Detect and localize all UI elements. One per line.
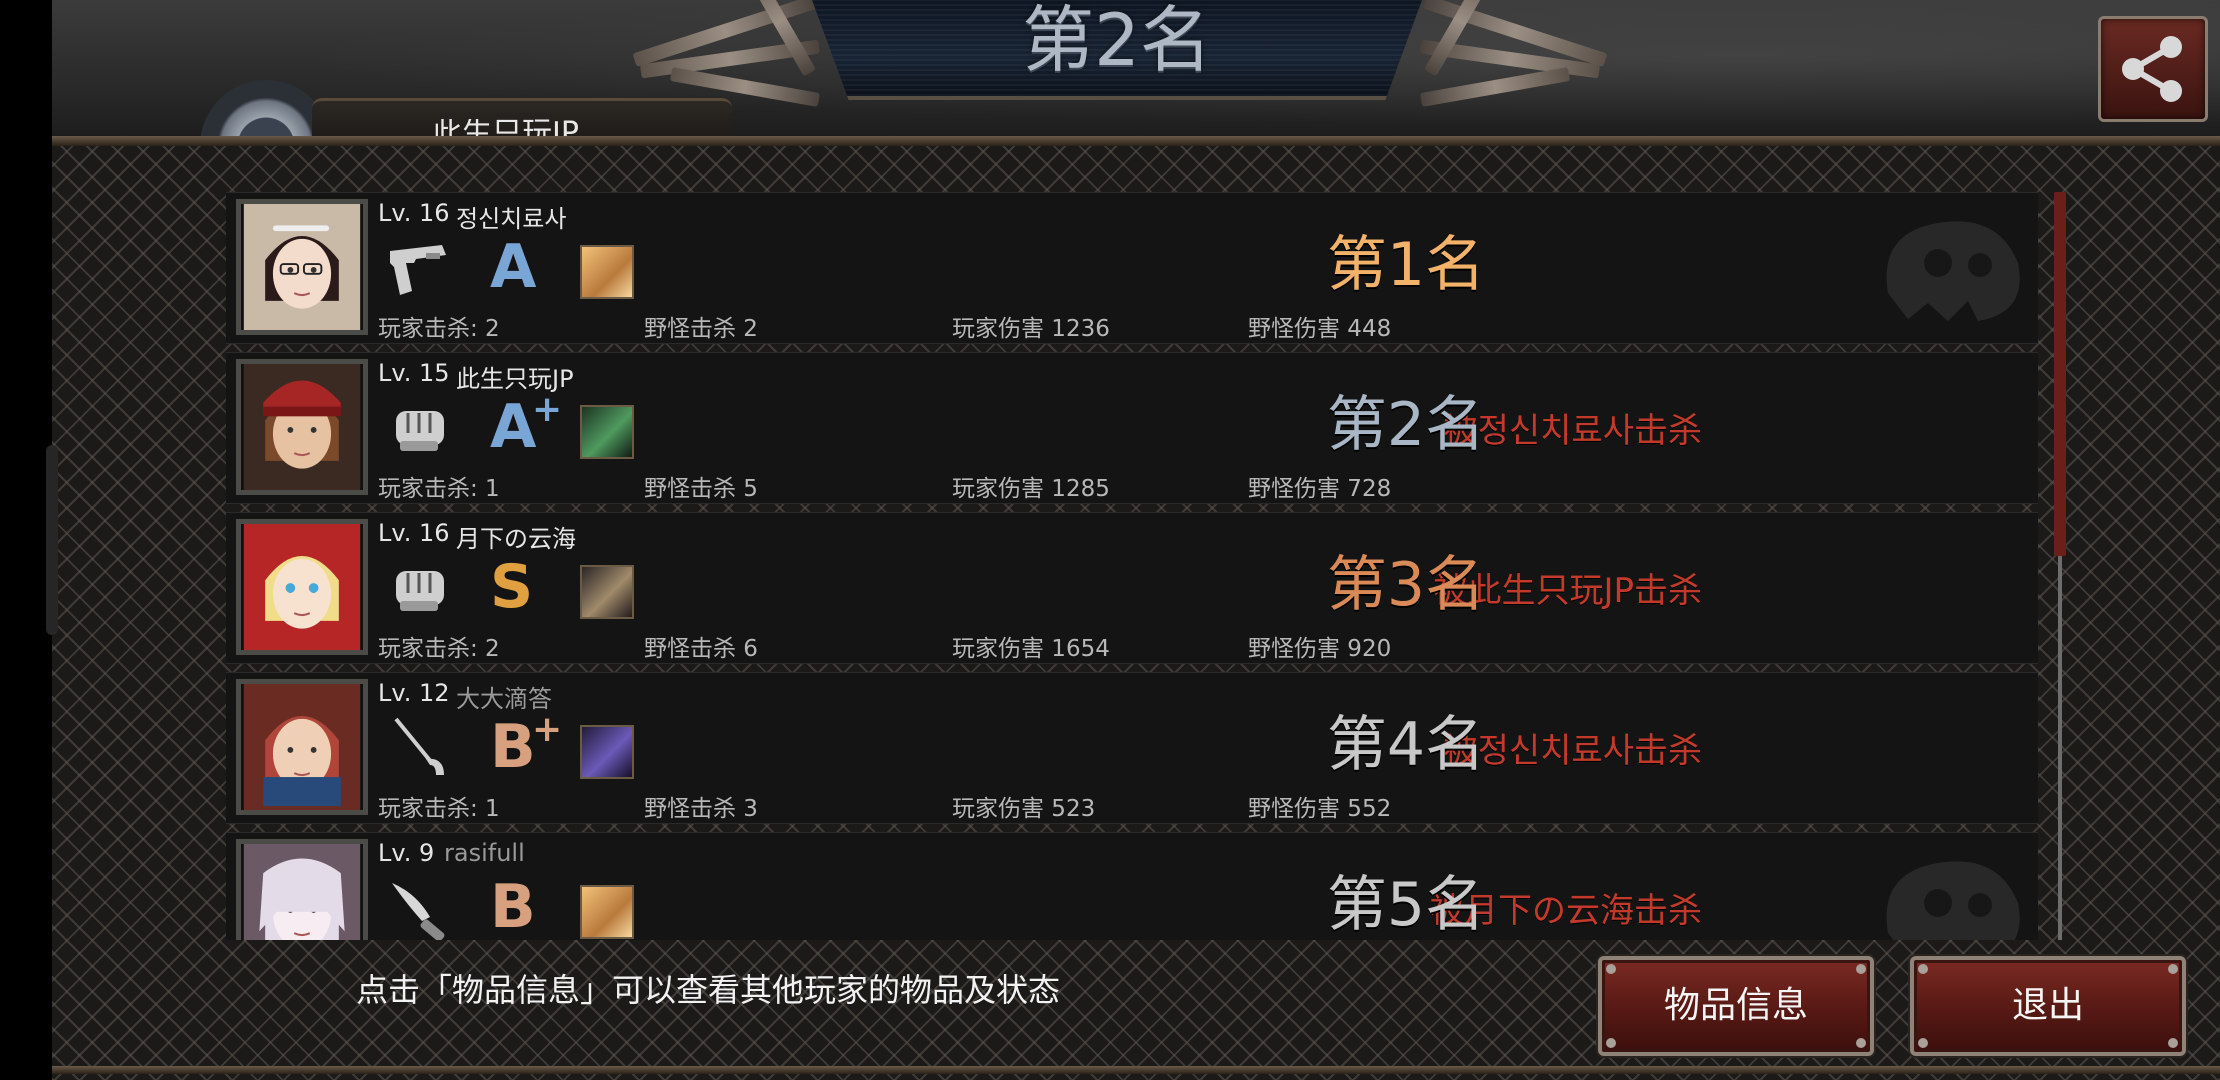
grade-plus: + xyxy=(532,709,563,750)
grade-letter: A xyxy=(490,232,537,302)
item-info-button[interactable]: 物品信息 xyxy=(1598,956,1874,1056)
player-damage: 玩家伤害 1654 xyxy=(952,636,1110,662)
monster-kills: 野怪击杀 5 xyxy=(644,476,758,502)
character-portrait-art xyxy=(243,524,361,650)
player-damage: 玩家伤害 523 xyxy=(952,796,1096,822)
player-name: rasifull xyxy=(444,839,525,867)
player-name: 정신치료사 xyxy=(456,205,567,233)
player-row[interactable]: Lv. 12 大大滴答 B + 玩家击杀: 1 野怪击杀 3 玩家伤害 523 野怪伤害 55… xyxy=(226,672,2038,824)
character-portrait-art xyxy=(243,844,361,940)
knife-icon xyxy=(386,873,456,940)
player-kills: 玩家击杀: 1 xyxy=(378,796,500,822)
fist-icon xyxy=(386,393,456,463)
skull-emblem-icon xyxy=(1886,221,2020,321)
share-icon xyxy=(2122,36,2182,102)
grade-letter: B xyxy=(490,872,536,940)
player-kills: 玩家击杀: 2 xyxy=(378,316,500,342)
ranking-list[interactable]: Lv. 16 정신치료사 A 玩家击杀: 2 野怪击杀 2 玩家伤害 1236 野怪伤害 4… xyxy=(226,192,2040,940)
monster-damage: 野怪伤害 920 xyxy=(1248,636,1392,662)
player-row[interactable]: Lv. 15 此生只玩JP A + 玩家击杀: 1 野怪击杀 5 玩家伤害 1285 野怪伤害… xyxy=(226,352,2038,504)
monster-damage: 野怪伤害 552 xyxy=(1248,796,1392,822)
result-screen: 第2名 此生只玩JP Lv. 16 정신치료사 A 玩家击杀: 2 野怪击杀 2 玩家伤害… xyxy=(0,0,2220,1080)
gold-item-icon[interactable] xyxy=(580,245,634,299)
purple-item-icon[interactable] xyxy=(580,725,634,779)
grade-letter: A xyxy=(490,392,537,462)
exit-button[interactable]: 退出 xyxy=(1910,956,2186,1056)
player-level: Lv. 9 xyxy=(378,839,435,867)
monster-damage: 野怪伤害 448 xyxy=(1248,316,1392,342)
monster-damage: 野怪伤害 728 xyxy=(1248,476,1392,502)
page-title: 第2名 xyxy=(1022,0,1212,82)
player-level: Lv. 15 xyxy=(378,359,450,387)
scrollbar-thumb[interactable] xyxy=(2054,192,2066,556)
device-edge xyxy=(0,0,52,1080)
exit-button-label: 退出 xyxy=(2011,985,2084,1026)
character-portrait-art xyxy=(243,684,361,810)
monster-kills: 野怪击杀 6 xyxy=(644,636,758,662)
rank-label: 第5名 xyxy=(1326,870,1486,940)
crossed-guns-right-decoration xyxy=(1400,0,1630,124)
fist-icon xyxy=(386,553,456,623)
player-kills: 玩家击杀: 2 xyxy=(378,636,500,662)
skull-emblem-icon xyxy=(1886,861,2020,940)
rank-label: 第4名 xyxy=(1326,710,1486,780)
player-portrait xyxy=(236,519,368,655)
rank-label: 第2名 xyxy=(1326,390,1486,460)
grade-letter: S xyxy=(490,552,534,622)
character-portrait-art xyxy=(243,364,361,490)
green-item-icon[interactable] xyxy=(580,405,634,459)
top-rail-divider xyxy=(52,136,2220,146)
share-button[interactable] xyxy=(2098,16,2208,122)
rank-label: 第1名 xyxy=(1326,230,1486,300)
monster-kills: 野怪击杀 3 xyxy=(644,796,758,822)
gold-item-icon[interactable] xyxy=(580,885,634,939)
character-portrait-art xyxy=(243,204,361,330)
rank-label: 第3名 xyxy=(1326,550,1486,620)
player-kills: 玩家击杀: 1 xyxy=(378,476,500,502)
player-level: Lv. 12 xyxy=(378,679,450,707)
player-name: 月下の云海 xyxy=(456,525,576,553)
pistol-icon xyxy=(386,233,456,303)
player-row[interactable]: Lv. 16 月下の云海 S 玩家击杀: 2 野怪击杀 6 玩家伤害 1654 野怪伤害 9… xyxy=(226,512,2038,664)
player-damage: 玩家伤害 1236 xyxy=(952,316,1110,342)
player-portrait xyxy=(236,199,368,335)
item-info-button-label: 物品信息 xyxy=(1663,985,1808,1026)
player-portrait xyxy=(236,359,368,495)
player-row[interactable]: Lv. 9 rasifull B 被月下の云海击杀 第5名 xyxy=(226,832,2038,940)
dark-character-item-icon[interactable] xyxy=(580,565,634,619)
hint-text: 点击「物品信息」可以查看其他玩家的物品及状态 xyxy=(356,971,1061,1009)
grade-letter: B xyxy=(490,712,536,782)
monster-kills: 野怪击杀 2 xyxy=(644,316,758,342)
bottom-rail-divider xyxy=(52,1066,2220,1074)
player-damage: 玩家伤害 1285 xyxy=(952,476,1110,502)
player-portrait xyxy=(236,679,368,815)
rapier-icon xyxy=(386,713,456,783)
device-edge-notch xyxy=(46,445,58,635)
player-portrait xyxy=(236,839,368,940)
grade-plus: + xyxy=(532,389,563,430)
player-level: Lv. 16 xyxy=(378,519,450,547)
player-level: Lv. 16 xyxy=(378,199,450,227)
player-row[interactable]: Lv. 16 정신치료사 A 玩家击杀: 2 野怪击杀 2 玩家伤害 1236 野怪伤害 4… xyxy=(226,192,2038,344)
